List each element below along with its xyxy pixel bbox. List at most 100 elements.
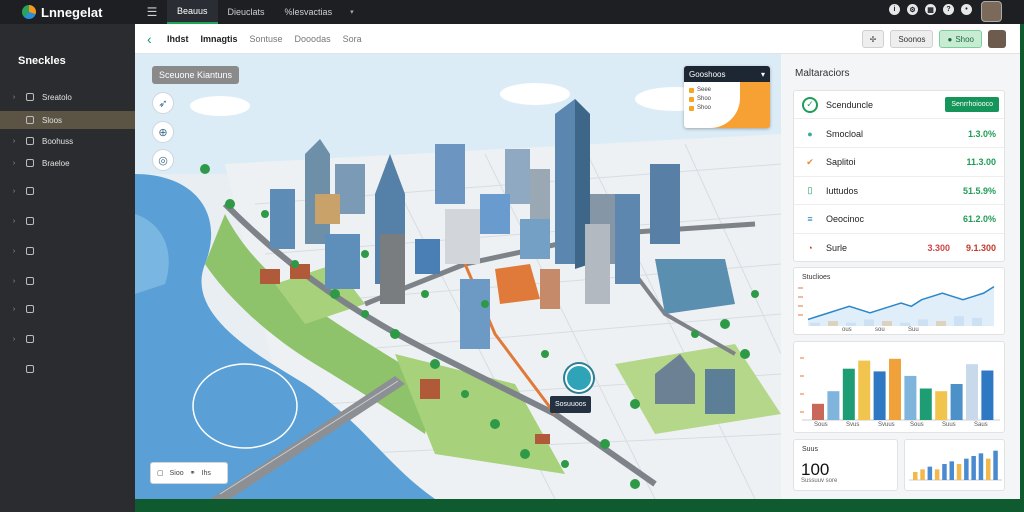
bar[interactable]: [919, 388, 932, 421]
kpi-row[interactable]: ▯ Iuttudos 51.5.9%: [794, 177, 1006, 205]
kpi-row[interactable]: ≡ Oeocinoc 61.2.0%: [794, 206, 1006, 234]
layers-icon: [26, 93, 34, 101]
top-tab-3[interactable]: %lesvactias ▾: [275, 0, 364, 24]
bar[interactable]: [873, 371, 886, 420]
grid-icon[interactable]: ▦: [925, 4, 936, 15]
sidebar-item[interactable]: ›: [0, 242, 135, 260]
circle-icon: ●: [807, 128, 813, 139]
sidebar-item-label: Sloos: [42, 115, 63, 125]
sidebar-title: Sneckles: [18, 55, 66, 67]
kpi-label: Iuttudos: [826, 185, 859, 196]
sidebar-item[interactable]: ›: [0, 330, 135, 348]
footer-strip: [135, 499, 1024, 512]
mini-bar: [956, 464, 962, 480]
help-icon[interactable]: ?: [943, 4, 954, 15]
sidebar-item[interactable]: ›: [0, 300, 135, 318]
bell-icon[interactable]: •: [961, 4, 972, 15]
kpi-row[interactable]: ✔ Saplitoi 11.3.00: [794, 149, 1006, 177]
bar[interactable]: [889, 358, 901, 420]
back-arrow-icon[interactable]: ‹: [147, 32, 161, 46]
breadcrumb-2[interactable]: Imnagtis: [201, 34, 238, 44]
mini-bar: [942, 464, 947, 480]
bar[interactable]: [827, 391, 840, 420]
bar[interactable]: [935, 391, 948, 420]
breadcrumb-bar: ‹ Ihdst Imnagtis Sontuse Dooodas Sora ✢ …: [135, 24, 1020, 54]
user-avatar[interactable]: [981, 1, 1002, 22]
add-icon: ●: [947, 34, 953, 44]
brand[interactable]: Lnnegelat: [0, 0, 135, 24]
top-tab-2[interactable]: Dieuclats: [218, 0, 275, 24]
line-chart-card[interactable]: Stuclioes ous sou Suu: [793, 267, 1005, 335]
top-tab-1[interactable]: Beauus: [167, 0, 218, 24]
bar[interactable]: [812, 403, 824, 420]
chart-icon: [26, 159, 34, 167]
location-pin-icon[interactable]: [565, 364, 593, 392]
mini-bar: [927, 466, 933, 480]
sidebar-item[interactable]: › Boohuss: [0, 132, 135, 150]
move-tool-button[interactable]: ✢: [861, 30, 885, 48]
chevron-right-icon: ›: [12, 277, 16, 285]
sidebar-item[interactable]: › Braeloe: [0, 154, 135, 172]
mini-bar-card[interactable]: [904, 439, 1005, 491]
sidebar-item[interactable]: ›: [0, 182, 135, 200]
mini-bar: [934, 469, 940, 480]
kpi-row[interactable]: ◔ Surle 3.300 9.1.300: [794, 234, 1006, 262]
kpi-row[interactable]: ● Smocloal 1.3.0%: [794, 120, 1006, 148]
legend-square-icon: [689, 87, 694, 93]
settings-icon[interactable]: ⚙: [907, 4, 918, 15]
action-button-1[interactable]: Soonos: [890, 30, 934, 48]
camera-icon[interactable]: ◎: [152, 149, 174, 171]
map-card-row: Shoo: [689, 105, 740, 111]
bar[interactable]: [966, 364, 978, 420]
kpi-card: ✓ Scenduncle Senrrhoiooco ● Smocloal 1.3.0…: [793, 90, 1006, 262]
doc-icon: [26, 217, 34, 225]
sidebar-item[interactable]: › Sreatolo: [0, 88, 135, 106]
city-map[interactable]: Sceuone Kiantuns ➶ ⊕ ◎ Gooshoos ▾ Seee S…: [135, 54, 781, 499]
home-icon: [26, 365, 34, 373]
chevron-right-icon: ›: [12, 305, 16, 313]
action-button-2[interactable]: ● Shoo: [939, 30, 982, 48]
bar[interactable]: [858, 360, 871, 420]
map-card-header: Gooshoos ▾: [684, 66, 770, 82]
stat-title: Suus: [802, 446, 818, 453]
map-card-row-label: Shoo: [697, 96, 712, 102]
toolbar-avatar[interactable]: [988, 30, 1006, 48]
mini-bar-chart: [909, 450, 1002, 481]
mini-bar: [949, 461, 954, 480]
breadcrumb-3[interactable]: Sontuse: [250, 34, 283, 44]
kpi-value: 51.5.9%: [962, 185, 996, 196]
bar[interactable]: [904, 375, 917, 420]
sidebar: Sneckles › Sreatolo Sloos › Boohuss › Braeloe ›…: [0, 24, 135, 512]
status-check-icon: ✓: [802, 96, 818, 113]
sidebar-item[interactable]: [0, 360, 135, 378]
sidebar-item[interactable]: ›: [0, 212, 135, 230]
kpi-action-button[interactable]: Senrrhoiooco: [945, 97, 999, 112]
expand-icon[interactable]: ▾: [761, 70, 765, 79]
bar[interactable]: [842, 368, 855, 420]
chevron-right-icon: ›: [12, 217, 16, 225]
calendar-icon: [26, 305, 34, 313]
breadcrumb-5[interactable]: Sora: [343, 34, 362, 44]
breadcrumb-1[interactable]: Ihdst: [167, 34, 189, 44]
map-info-card[interactable]: Gooshoos ▾ Seee Shoo Shoo: [684, 66, 770, 128]
info-icon[interactable]: i: [889, 4, 900, 15]
chevron-right-icon: ›: [12, 247, 16, 255]
line-chart-xlabel: ous: [842, 327, 852, 333]
bar-chart-xlabel: Sous: [814, 422, 828, 428]
sidebar-item[interactable]: ›: [0, 272, 135, 290]
kpi-value: 11.3.00: [966, 157, 996, 167]
bar[interactable]: [950, 384, 963, 420]
bar-chart-card[interactable]: Sous Svus Svuus Sous Suus Saus: [793, 341, 1005, 433]
mini-bar: [964, 458, 969, 480]
bar-chart-xlabel: Suus: [942, 422, 956, 428]
menu-icon[interactable]: ☰: [145, 0, 159, 24]
compass-icon[interactable]: ➶: [152, 92, 174, 114]
map-legend[interactable]: ▢ Sioo ⚭ Ihs: [150, 462, 228, 484]
bar[interactable]: [981, 370, 994, 421]
breadcrumb-4[interactable]: Dooodas: [295, 34, 331, 44]
sidebar-item[interactable]: Sloos: [0, 111, 135, 129]
mini-bar: [971, 456, 976, 480]
kpi-header-row: ✓ Scenduncle Senrrhoiooco: [794, 91, 1006, 119]
stat-card[interactable]: Suus 100 Sussuuv sore: [793, 439, 898, 491]
globe-icon[interactable]: ⊕: [152, 121, 174, 143]
